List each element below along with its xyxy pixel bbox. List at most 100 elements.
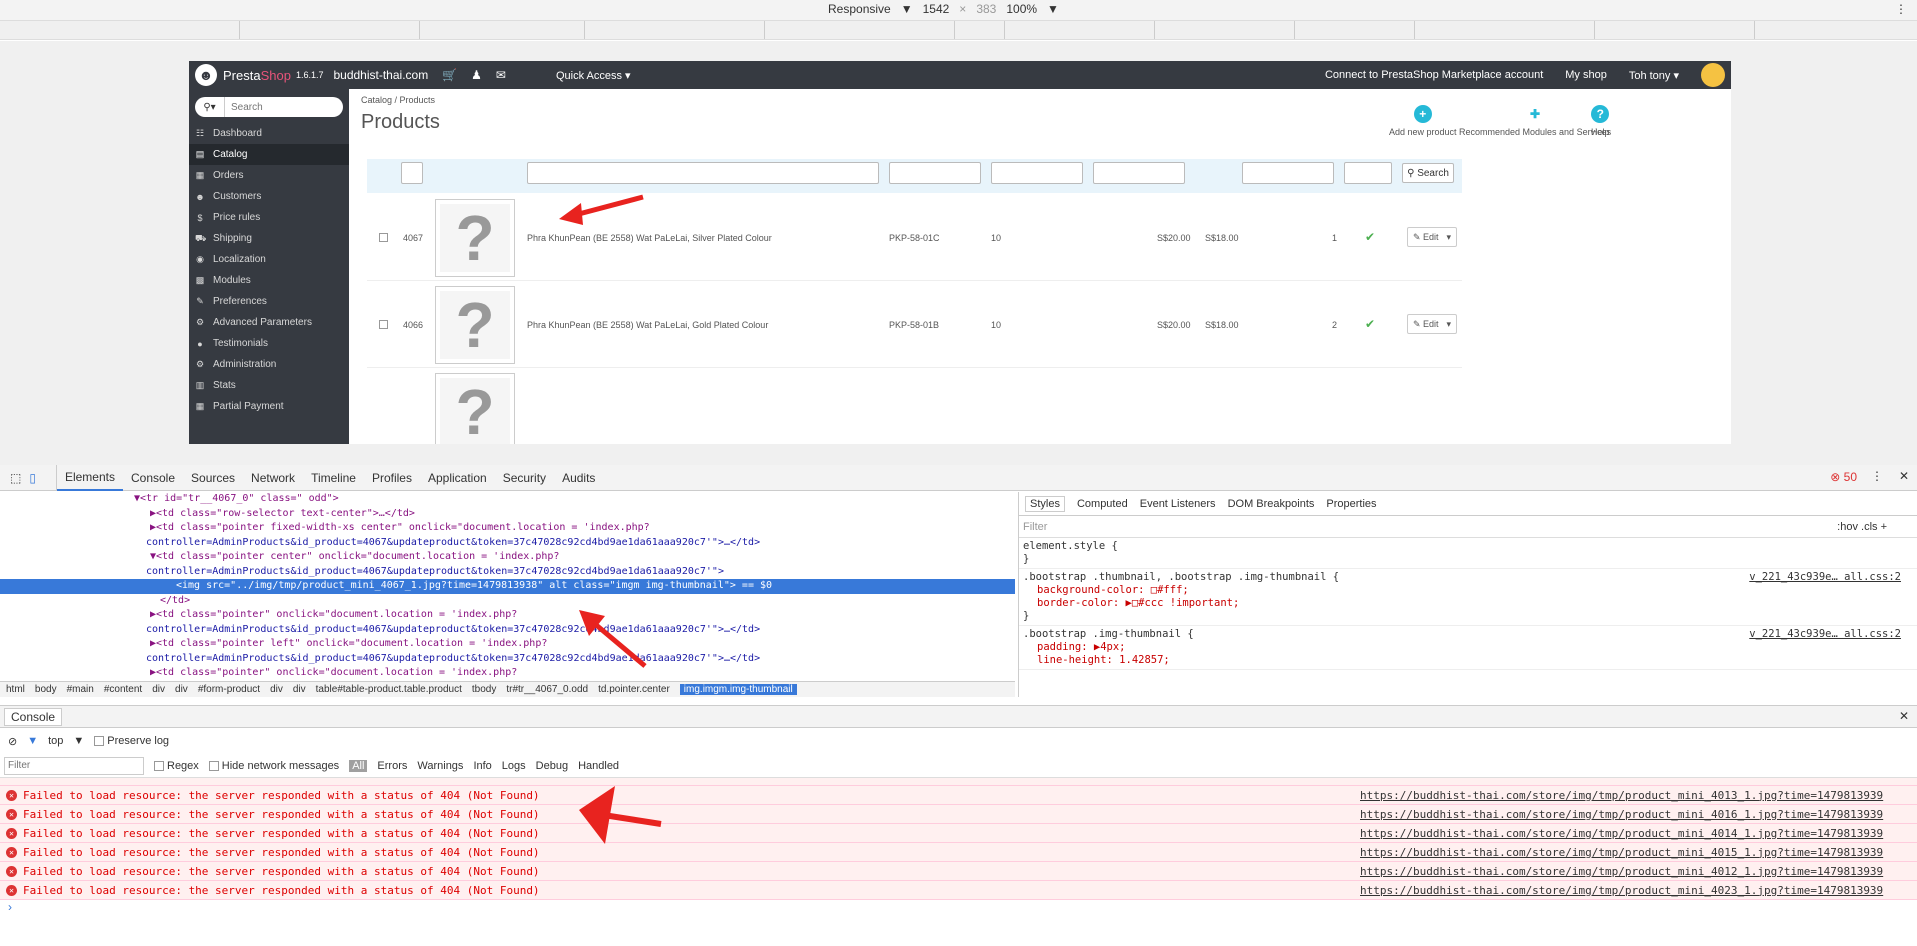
quick-access-menu[interactable]: Quick Access ▾ <box>556 69 631 82</box>
breadcrumb-item[interactable]: div <box>152 684 165 695</box>
dom-node[interactable]: ▼<td class="pointer center" onclick="doc… <box>0 550 1015 565</box>
mail-icon[interactable]: ✉ <box>496 68 506 82</box>
product-thumbnail[interactable]: ? <box>435 199 515 277</box>
width-field[interactable]: 1542 <box>923 2 950 16</box>
breadcrumb-item[interactable]: div <box>175 684 188 695</box>
shop-domain[interactable]: buddhist-thai.com <box>333 68 428 82</box>
caret-down-icon[interactable]: ▾ <box>1447 232 1452 243</box>
breadcrumb-item[interactable]: div <box>293 684 306 695</box>
breadcrumb-item[interactable]: #main <box>67 684 94 695</box>
status-check-icon[interactable]: ✔ <box>1365 230 1375 244</box>
hov-cls-controls[interactable]: :hov .cls + <box>1837 521 1887 533</box>
row-checkbox[interactable] <box>379 233 388 242</box>
styles-filter[interactable]: Filter:hov .cls + <box>1019 516 1917 538</box>
my-shop-link[interactable]: My shop <box>1565 69 1607 81</box>
hide-network-checkbox[interactable]: Hide network messages <box>208 760 339 772</box>
tab-console[interactable]: Console <box>123 465 183 491</box>
help-button[interactable]: ? Help <box>1591 105 1610 137</box>
styles-tab-properties[interactable]: Properties <box>1326 498 1376 510</box>
level-warnings[interactable]: Warnings <box>417 760 463 772</box>
context-select[interactable]: top <box>48 735 63 747</box>
sidebar-item-modules[interactable]: ▩ Modules <box>189 270 349 291</box>
tab-audits[interactable]: Audits <box>554 465 603 491</box>
table-row[interactable]: ? <box>367 369 1462 444</box>
product-thumbnail[interactable]: ? <box>435 373 515 444</box>
breadcrumb-item[interactable]: td.pointer.center <box>598 684 670 695</box>
breadcrumb-item[interactable]: #content <box>104 684 142 695</box>
breadcrumb-item[interactable]: div <box>270 684 283 695</box>
search-button[interactable]: ⚲ Search <box>1402 163 1454 183</box>
close-icon[interactable]: ✕ <box>1899 469 1909 483</box>
level-debug[interactable]: Debug <box>536 760 568 772</box>
dom-node[interactable]: ▶<td class="pointer" onclick="document.l… <box>0 608 1015 623</box>
filter-category[interactable] <box>991 162 1083 184</box>
breadcrumb-item[interactable]: table#table-product.table.product <box>316 684 462 695</box>
level-all[interactable]: All <box>349 759 368 772</box>
tab-application[interactable]: Application <box>420 465 495 491</box>
breadcrumb-item[interactable]: tbody <box>472 684 496 695</box>
sidebar-item-stats[interactable]: ▥ Stats <box>189 375 349 396</box>
product-thumbnail[interactable]: ? <box>435 286 515 364</box>
cart-icon[interactable]: 🛒 <box>442 68 457 82</box>
styles-tab-computed[interactable]: Computed <box>1077 498 1128 510</box>
console-drawer-tab[interactable]: Console <box>4 707 63 726</box>
breadcrumb-item[interactable]: img.imgm.img-thumbnail <box>679 684 797 695</box>
styles-tab-event-listeners[interactable]: Event Listeners <box>1140 498 1216 510</box>
tab-profiles[interactable]: Profiles <box>364 465 420 491</box>
error-source-link[interactable]: https://buddhist-thai.com/store/img/tmp/… <box>1360 808 1883 821</box>
tab-security[interactable]: Security <box>495 465 554 491</box>
inspect-icon[interactable]: ⬚ <box>10 471 21 485</box>
tab-network[interactable]: Network <box>243 465 303 491</box>
sidebar-item-dashboard[interactable]: ☷ Dashboard <box>189 123 349 144</box>
edit-button[interactable]: ✎ Edit ▾ <box>1407 314 1457 334</box>
breadcrumb-item[interactable]: html <box>6 684 25 695</box>
search-icon[interactable]: ⚲▾ <box>195 97 225 117</box>
row-checkbox[interactable] <box>379 320 388 329</box>
sidebar-item-administration[interactable]: ⚙ Administration <box>189 354 349 375</box>
zoom-select[interactable]: 100% <box>1006 2 1037 16</box>
error-source-link[interactable]: https://buddhist-thai.com/store/img/tmp/… <box>1360 827 1883 840</box>
breadcrumb-item[interactable]: #form-product <box>198 684 260 695</box>
clear-icon[interactable]: ⊘ <box>8 735 17 748</box>
filter-icon[interactable]: ▼ <box>27 735 38 747</box>
avatar[interactable] <box>1701 63 1725 87</box>
styles-tab-styles[interactable]: Styles <box>1025 495 1065 512</box>
sidebar-item-customers[interactable]: ☻ Customers <box>189 186 349 207</box>
css-source-link[interactable]: v_221_43c939e… all.css:2 <box>1749 571 1901 584</box>
sidebar-item-orders[interactable]: ▦ Orders <box>189 165 349 186</box>
error-source-link[interactable]: https://buddhist-thai.com/store/img/tmp/… <box>1360 865 1883 878</box>
filter-reference[interactable] <box>889 162 981 184</box>
recommended-modules-button[interactable]: ✚ Recommended Modules and Services <box>1459 105 1611 137</box>
dom-node[interactable]: ▼<tr id="tr__4067_0" class=" odd"> <box>0 492 1015 507</box>
breadcrumb-item[interactable]: body <box>35 684 57 695</box>
selected-dom-node[interactable]: <img src="../img/tmp/product_mini_4067_1… <box>0 579 1015 594</box>
sidebar-item-shipping[interactable]: ⛟ Shipping <box>189 228 349 249</box>
sidebar-item-catalog[interactable]: ▤ Catalog <box>189 144 349 165</box>
height-field[interactable]: 383 <box>976 2 996 16</box>
preserve-log-checkbox[interactable]: Preserve log <box>94 735 169 747</box>
sidebar-item-price-rules[interactable]: $ Price rules <box>189 207 349 228</box>
filter-id[interactable] <box>401 162 423 184</box>
more-icon[interactable]: ⋮ <box>1871 469 1883 483</box>
error-count-badge[interactable]: ⊗ 50 <box>1830 470 1857 484</box>
filter-status-select[interactable] <box>1344 162 1392 184</box>
dom-node[interactable]: ▶<td class="row-selector text-center">…<… <box>0 507 1015 522</box>
sidebar-item-localization[interactable]: ◉ Localization <box>189 249 349 270</box>
sidebar-item-testimonials[interactable]: ● Testimonials <box>189 333 349 354</box>
tab-timeline[interactable]: Timeline <box>303 465 364 491</box>
error-source-link[interactable]: https://buddhist-thai.com/store/img/tmp/… <box>1360 789 1883 802</box>
device-mode-icon[interactable]: ▯ <box>29 471 36 485</box>
tab-sources[interactable]: Sources <box>183 465 243 491</box>
more-options-icon[interactable]: ⋮ <box>1895 2 1907 16</box>
prestashop-logo-icon[interactable]: ☻ <box>195 64 217 86</box>
dom-node[interactable]: </td> <box>0 594 1015 609</box>
table-row[interactable]: 4067? Phra KhunPean (BE 2558) Wat PaLeLai… <box>367 195 1462 281</box>
edit-button[interactable]: ✎ Edit ▾ <box>1407 227 1457 247</box>
breadcrumb-item[interactable]: tr#tr__4067_0.odd <box>506 684 588 695</box>
breadcrumb[interactable]: Catalog / Products <box>361 95 435 105</box>
filter-quantity[interactable] <box>1242 162 1334 184</box>
device-select[interactable]: Responsive <box>828 2 891 16</box>
error-source-link[interactable]: https://buddhist-thai.com/store/img/tmp/… <box>1360 846 1883 859</box>
filter-base-price[interactable] <box>1093 162 1185 184</box>
level-handled[interactable]: Handled <box>578 760 619 772</box>
